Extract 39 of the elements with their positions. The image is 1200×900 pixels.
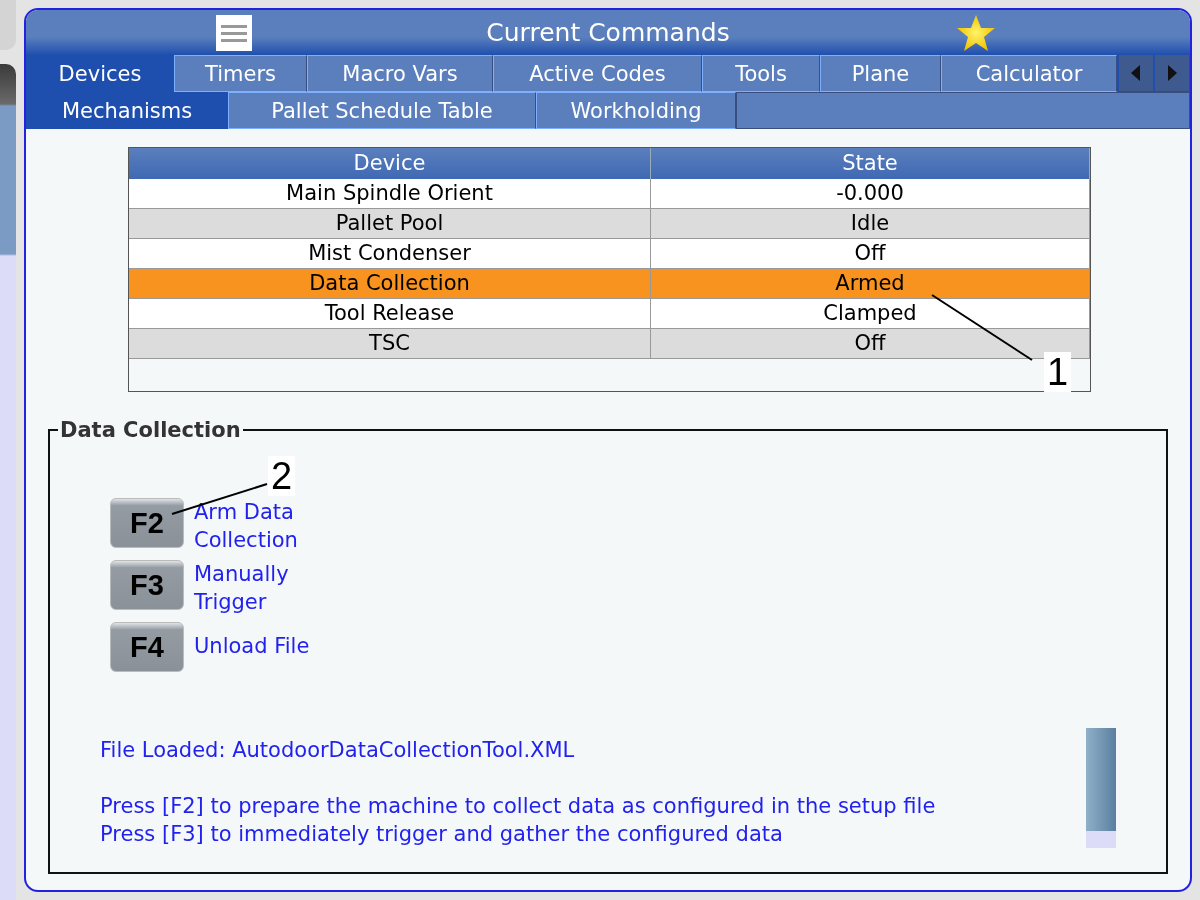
table-cell: Tool Release	[129, 299, 651, 329]
function-key[interactable]: F3	[110, 560, 184, 610]
table-cell: Main Spindle Orient	[129, 179, 651, 209]
menu-icon[interactable]	[216, 15, 252, 51]
callout-number: 2	[268, 456, 296, 496]
table-cell: Mist Condenser	[129, 239, 651, 269]
message-text: File Loaded: AutodoorDataCollectionTool.XML	[100, 737, 576, 764]
callout-number: 1	[1044, 352, 1072, 392]
tab[interactable]: Pallet Schedule Table	[228, 92, 536, 129]
key-label: Unload File	[194, 633, 310, 660]
tab[interactable]: Tools	[702, 55, 820, 92]
tab[interactable]: Macro Vars	[307, 55, 493, 92]
key-label: Manually Trigger	[194, 561, 290, 616]
window-title: Current Commands	[486, 18, 730, 47]
tab[interactable]: Plane	[820, 55, 941, 92]
scroll-left-icon[interactable]	[1119, 55, 1153, 91]
table-cell: Idle	[651, 209, 1090, 239]
function-key[interactable]: F4	[110, 622, 184, 672]
star-icon[interactable]	[956, 13, 996, 53]
function-key[interactable]: F2	[110, 498, 184, 548]
column-header: Device	[129, 148, 651, 179]
tab[interactable]: Calculator	[941, 55, 1117, 92]
key-label: Arm Data Collection	[194, 499, 299, 554]
tab[interactable]: Workholding	[536, 92, 736, 129]
group-title: Data Collection	[59, 420, 242, 442]
table-cell: Armed	[651, 269, 1090, 299]
table-cell: -0.000	[651, 179, 1090, 209]
message-text: Press [F3] to immediately trigger and gather the configured data	[100, 821, 784, 848]
scroll-right-icon[interactable]	[1155, 55, 1189, 91]
tab[interactable]: Active Codes	[493, 55, 702, 92]
table-cell: TSC	[129, 329, 651, 359]
table-cell: Data Collection	[129, 269, 651, 299]
table-cell: Pallet Pool	[129, 209, 651, 239]
table-cell: Off	[651, 329, 1090, 359]
tab[interactable]: Timers	[174, 55, 307, 92]
table-cell: Clamped	[651, 299, 1090, 329]
message-text: Press [F2] to prepare the machine to collect data as configured in the setup file	[100, 793, 937, 820]
column-header: State	[651, 148, 1090, 179]
table-cell: Off	[651, 239, 1090, 269]
